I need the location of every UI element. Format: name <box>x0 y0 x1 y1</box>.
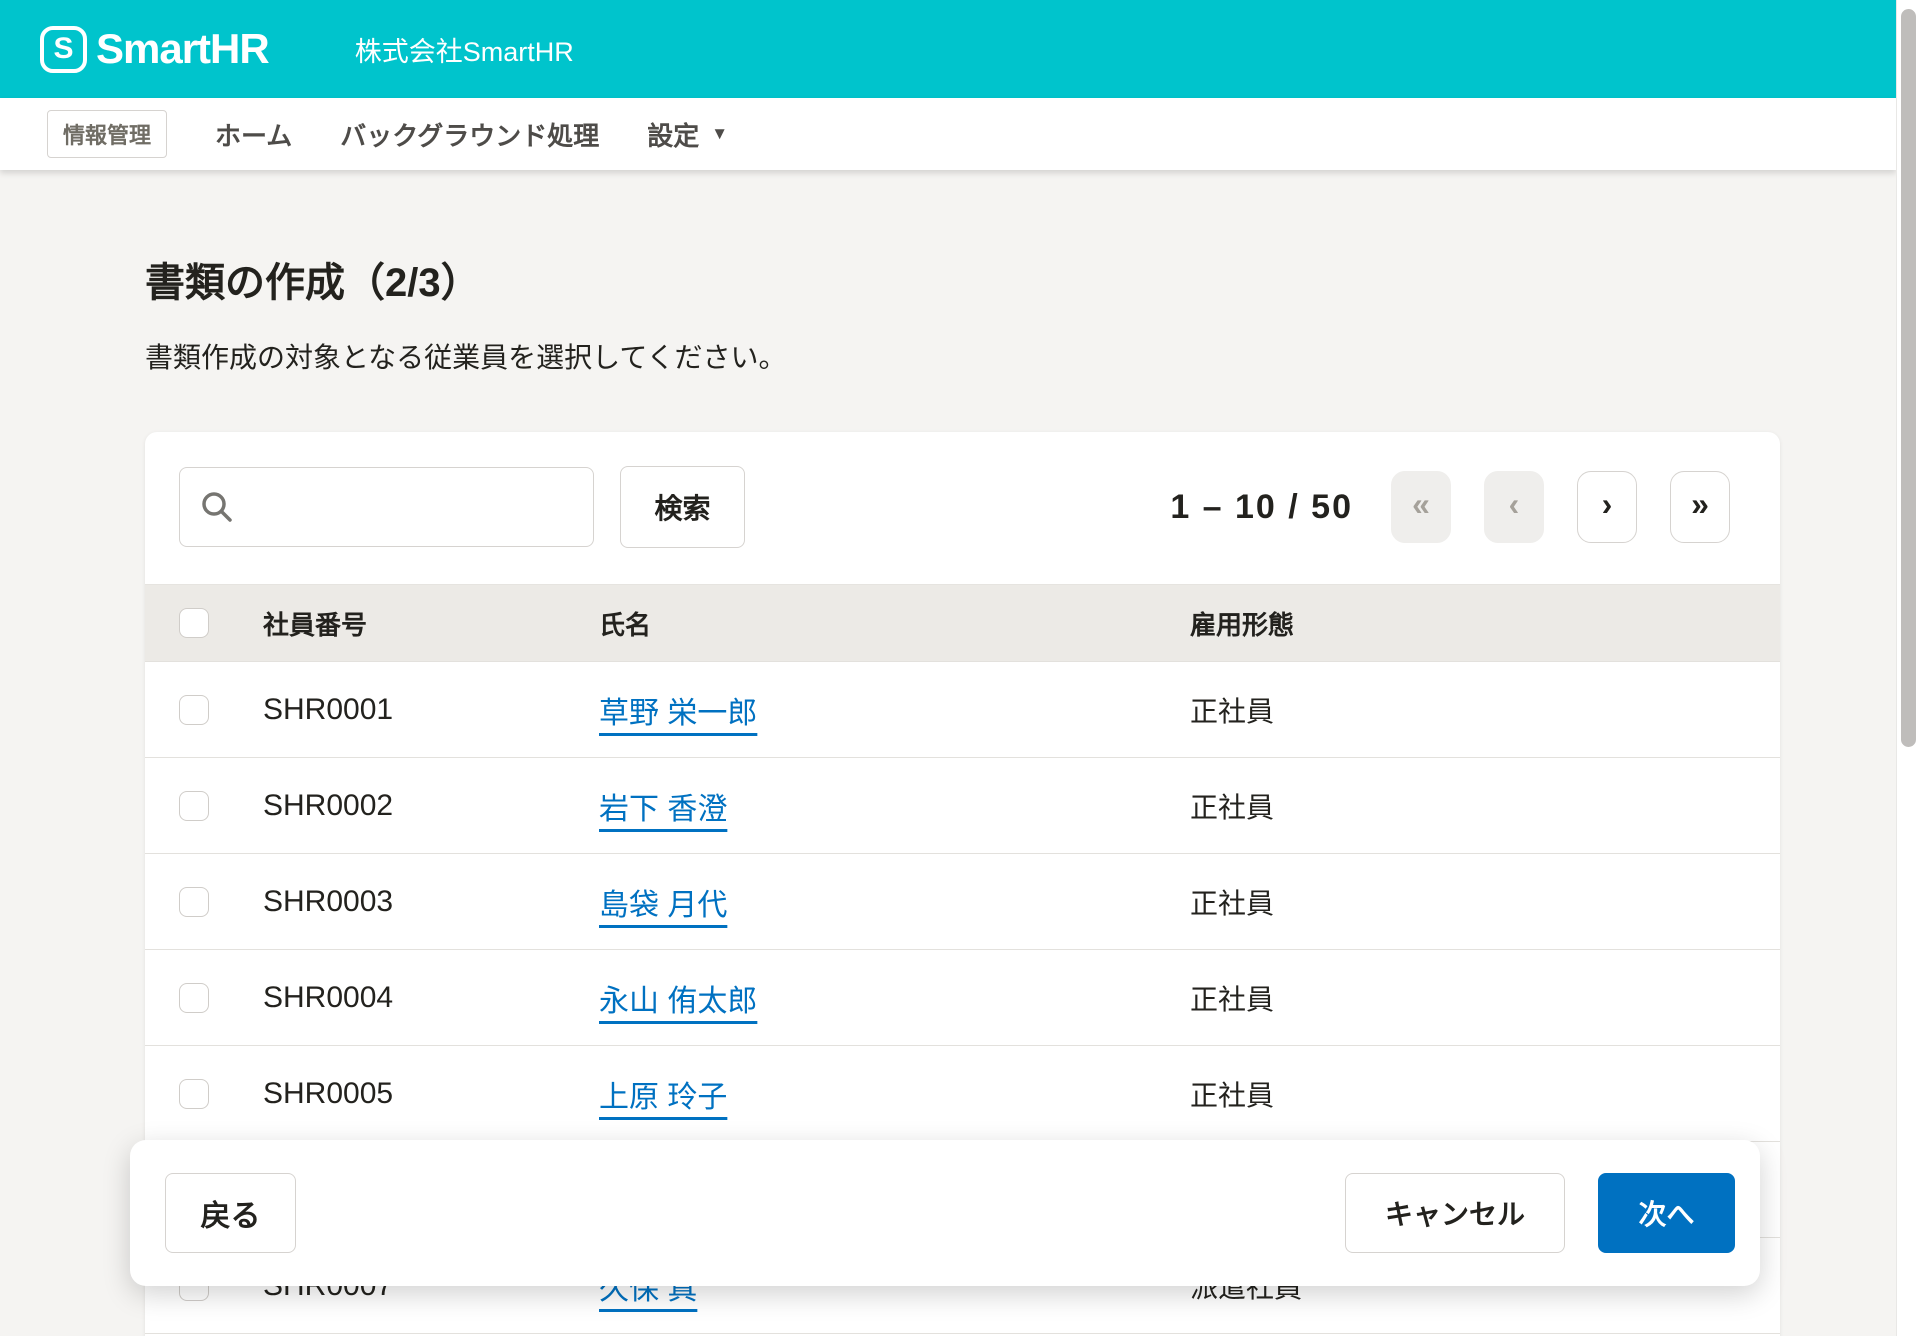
table-row: SHR0004 永山 侑太郎 正社員 <box>145 949 1780 1045</box>
page-title: 書類の作成（2/3） <box>145 250 1896 308</box>
employee-code-cell: SHR0001 <box>263 693 599 727</box>
smarthr-logo-wordmark: SmartHR <box>96 25 269 73</box>
employee-code-cell: SHR0003 <box>263 885 599 919</box>
nav-item-background-jobs[interactable]: バックグラウンド処理 <box>340 116 599 153</box>
app-badge-joho-kanri: 情報管理 <box>47 110 167 158</box>
employment-type-cell: 正社員 <box>1190 690 1780 730</box>
nav-item-settings[interactable]: 設定 ▼ <box>647 116 728 153</box>
row-checkbox[interactable] <box>179 887 209 917</box>
employee-name-link[interactable]: 上原 玲子 <box>599 1081 727 1114</box>
action-footer: 戻る キャンセル 次へ <box>130 1140 1760 1286</box>
employee-name-link[interactable]: 永山 侑太郎 <box>599 985 757 1018</box>
table-body: SHR0001 草野 栄一郎 正社員 SHR0002 岩下 香澄 正社員 SHR <box>145 661 1780 1141</box>
table-header-row: 社員番号 氏名 雇用形態 <box>145 584 1780 661</box>
back-button[interactable]: 戻る <box>165 1173 296 1253</box>
company-name: 株式会社SmartHR <box>355 30 574 69</box>
vertical-scrollbar[interactable] <box>1896 0 1920 1336</box>
employment-type-cell: 正社員 <box>1190 882 1780 922</box>
column-header-employment-type: 雇用形態 <box>1190 605 1780 642</box>
search-box <box>179 467 594 547</box>
app-header: S SmartHR 株式会社SmartHR <box>0 0 1896 98</box>
employee-name-link[interactable]: 岩下 香澄 <box>599 793 727 826</box>
employment-type-cell: 正社員 <box>1190 786 1780 826</box>
column-header-employee-code: 社員番号 <box>263 605 599 642</box>
table-row: SHR0002 岩下 香澄 正社員 <box>145 757 1780 853</box>
table-toolbar: 検索 1 – 10 / 50 « ‹ › » <box>145 432 1780 584</box>
employee-code-cell: SHR0004 <box>263 981 599 1015</box>
column-header-name: 氏名 <box>599 605 1190 642</box>
row-checkbox[interactable] <box>179 791 209 821</box>
double-chevron-right-icon: » <box>1691 488 1709 520</box>
app-window: S SmartHR 株式会社SmartHR 情報管理 ホーム バックグラウンド処… <box>0 0 1896 1336</box>
pagination-controls: « ‹ › » <box>1391 471 1730 543</box>
table-row: SHR0003 島袋 月代 正社員 <box>145 853 1780 949</box>
smarthr-logo-icon: S <box>40 26 87 73</box>
search-input[interactable] <box>179 467 594 547</box>
scrollbar-thumb[interactable] <box>1901 9 1916 747</box>
select-all-checkbox[interactable] <box>179 608 209 638</box>
chevron-right-icon: › <box>1602 488 1613 520</box>
employee-code-cell: SHR0002 <box>263 789 599 823</box>
employment-type-cell: 正社員 <box>1190 1074 1780 1114</box>
employee-name-link[interactable]: 島袋 月代 <box>599 889 727 922</box>
pagination-range: 1 – 10 / 50 <box>1170 488 1353 527</box>
chevron-left-icon: ‹ <box>1509 488 1520 520</box>
first-page-button[interactable]: « <box>1391 471 1451 543</box>
row-checkbox[interactable] <box>179 983 209 1013</box>
smarthr-logo[interactable]: S SmartHR <box>40 25 269 73</box>
employee-name-link[interactable]: 草野 栄一郎 <box>599 697 757 730</box>
prev-page-button[interactable]: ‹ <box>1484 471 1544 543</box>
nav-item-home[interactable]: ホーム <box>215 116 292 153</box>
table-row: SHR0001 草野 栄一郎 正社員 <box>145 661 1780 757</box>
next-page-button[interactable]: › <box>1577 471 1637 543</box>
app-nav: 情報管理 ホーム バックグラウンド処理 設定 ▼ <box>0 98 1896 170</box>
row-checkbox[interactable] <box>179 695 209 725</box>
employee-code-cell: SHR0005 <box>263 1077 599 1111</box>
cancel-button[interactable]: キャンセル <box>1345 1173 1565 1253</box>
page-description: 書類作成の対象となる従業員を選択してください。 <box>145 336 1896 376</box>
employment-type-cell: 正社員 <box>1190 978 1780 1018</box>
chevron-down-icon: ▼ <box>711 124 728 144</box>
row-checkbox[interactable] <box>179 1079 209 1109</box>
last-page-button[interactable]: » <box>1670 471 1730 543</box>
double-chevron-left-icon: « <box>1412 488 1430 520</box>
table-row: SHR0005 上原 玲子 正社員 <box>145 1045 1780 1141</box>
search-button[interactable]: 検索 <box>620 466 745 548</box>
next-button[interactable]: 次へ <box>1598 1173 1735 1253</box>
